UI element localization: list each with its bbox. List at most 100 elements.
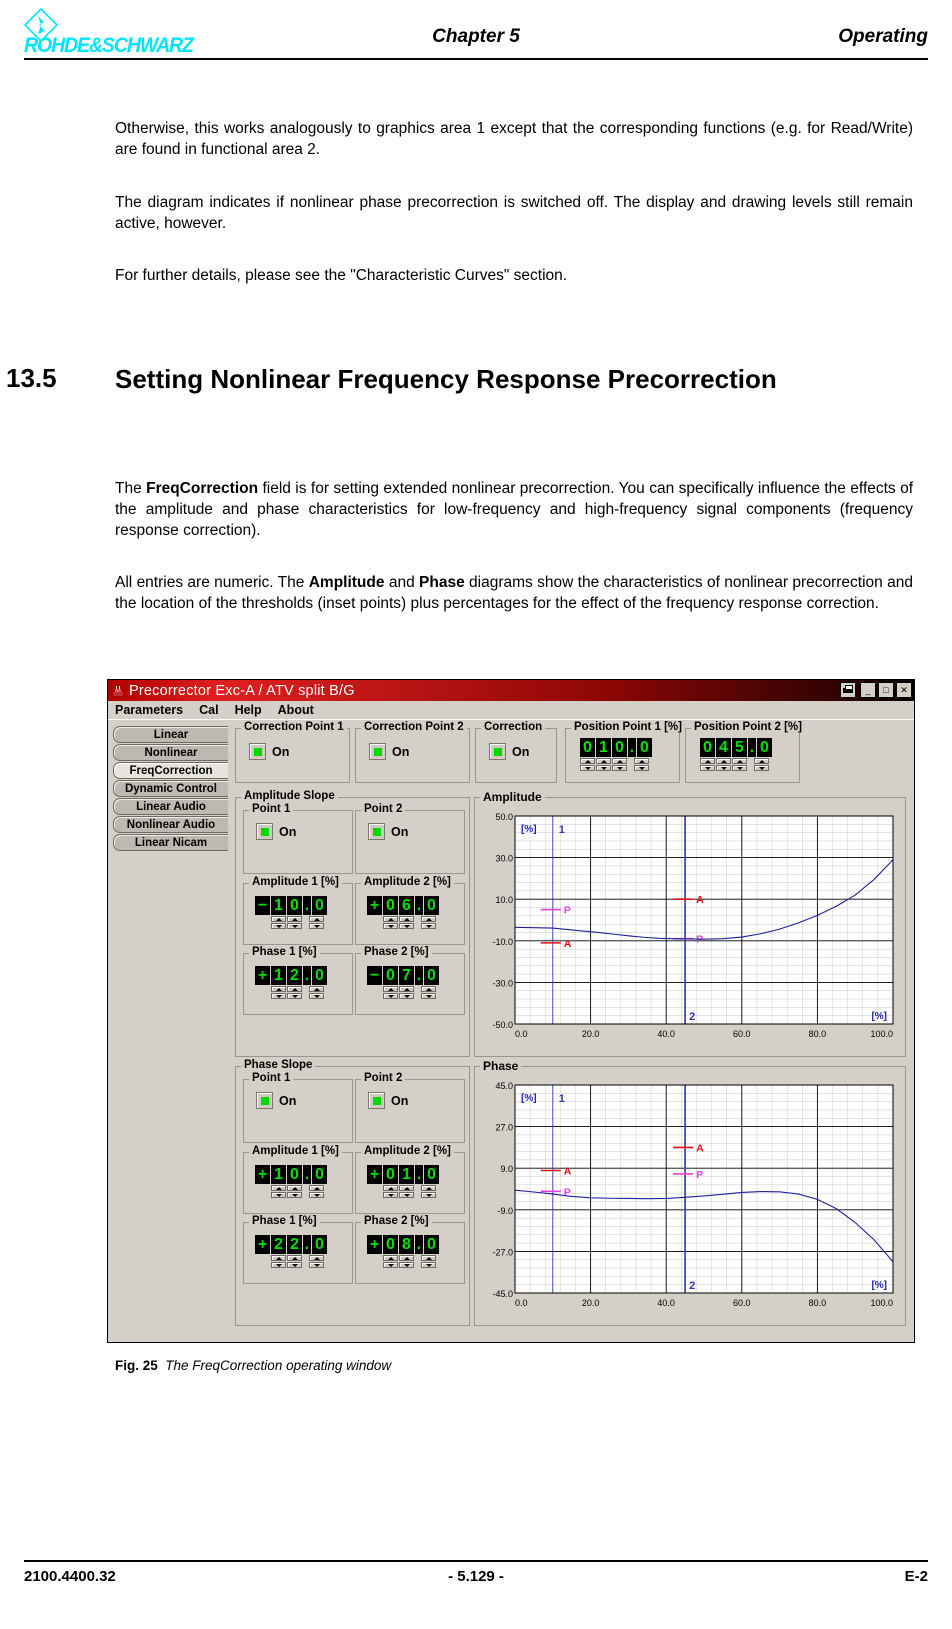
spin-up-button[interactable] [287,1185,302,1191]
spin-down-button[interactable] [399,993,414,999]
spin-up-button[interactable] [421,986,436,992]
menu-parameters[interactable]: Parameters [115,703,183,717]
minimize-button[interactable]: _ [860,682,876,698]
menu-help[interactable]: Help [235,703,262,717]
spin-up-button[interactable] [383,1255,398,1261]
spinner-row [271,1185,327,1199]
spin-up-button[interactable] [421,1185,436,1191]
position-point-2-field[interactable]: 0 4 5 . 0 [700,738,772,772]
maximize-button[interactable]: □ [878,682,894,698]
spin-down-button[interactable] [399,1262,414,1268]
spin-down-button[interactable] [634,765,649,771]
amplitude-point-2-toggle[interactable]: On [368,823,408,840]
spin-up-button[interactable] [287,916,302,922]
spin-up-button[interactable] [383,1185,398,1191]
correction-point-2-toggle[interactable]: On [369,743,409,760]
spin-up-button[interactable] [309,986,324,992]
menu-about[interactable]: About [278,703,314,717]
amplitude-2-field[interactable]: + 0 6 . 0 [367,896,439,930]
amplitude-1-field[interactable]: + 1 0 . 0 [255,1165,327,1199]
amplitude-2-field[interactable]: + 0 1 . 0 [367,1165,439,1199]
spin-down-button[interactable] [421,993,436,999]
spin-down-button[interactable] [732,765,747,771]
spin-up-button[interactable] [271,1185,286,1191]
spin-up-button[interactable] [383,916,398,922]
spin-down-button[interactable] [716,765,731,771]
spin-down-button[interactable] [421,1192,436,1198]
phase-point-1-toggle[interactable]: On [256,1092,296,1109]
spin-down-button[interactable] [271,923,286,929]
spin-down-button[interactable] [421,1262,436,1268]
spin-up-button[interactable] [754,758,769,764]
spin-up-button[interactable] [271,916,286,922]
spin-up-button[interactable] [287,1255,302,1261]
spin-down-button[interactable] [287,923,302,929]
spin-up-button[interactable] [271,1255,286,1261]
phase-point-2-toggle[interactable]: On [368,1092,408,1109]
spin-up-button[interactable] [421,1255,436,1261]
spin-down-button[interactable] [399,1192,414,1198]
spin-down-button[interactable] [309,1262,324,1268]
spin-up-button[interactable] [732,758,747,764]
spin-up-button[interactable] [399,1185,414,1191]
spin-down-button[interactable] [287,1192,302,1198]
spin-down-button[interactable] [612,765,627,771]
position-point-1-field[interactable]: 0 1 0 . 0 [580,738,652,772]
spin-up-button[interactable] [596,758,611,764]
sidebar-item-nonlinear[interactable]: Nonlinear [113,744,228,761]
correction-point-1-toggle[interactable]: On [249,743,289,760]
spin-up-button[interactable] [700,758,715,764]
sidebar-item-linear[interactable]: Linear [113,726,228,743]
correction-toggle[interactable]: On [489,743,529,760]
print-icon[interactable] [840,682,856,698]
spin-down-button[interactable] [271,1192,286,1198]
spin-down-button[interactable] [309,1192,324,1198]
group-legend: Point 2 [361,1072,406,1084]
spin-down-button[interactable] [700,765,715,771]
spin-down-button[interactable] [309,993,324,999]
close-button[interactable]: ✕ [896,682,912,698]
spin-up-button[interactable] [309,1255,324,1261]
phase-1-field[interactable]: + 2 2 . 0 [255,1235,327,1269]
spin-down-button[interactable] [383,923,398,929]
spin-down-button[interactable] [287,1262,302,1268]
menu-cal[interactable]: Cal [199,703,218,717]
spin-up-button[interactable] [580,758,595,764]
spin-up-button[interactable] [271,986,286,992]
spin-down-button[interactable] [287,993,302,999]
spin-down-button[interactable] [383,1262,398,1268]
sidebar-item-linear-audio[interactable]: Linear Audio [113,798,228,815]
spin-up-button[interactable] [634,758,649,764]
sidebar-item-nonlinear-audio[interactable]: Nonlinear Audio [113,816,228,833]
window-titlebar[interactable]: Precorrector Exc-A / ATV split B/G _ □ ✕ [108,680,914,701]
sidebar-item-dynamic-control[interactable]: Dynamic Control [113,780,228,797]
spin-down-button[interactable] [309,923,324,929]
phase-2-field[interactable]: + 0 8 . 0 [367,1235,439,1269]
spin-up-button[interactable] [309,1185,324,1191]
spin-up-button[interactable] [612,758,627,764]
spin-up-button[interactable] [399,1255,414,1261]
spin-up-button[interactable] [399,986,414,992]
spin-down-button[interactable] [271,1262,286,1268]
spin-down-button[interactable] [580,765,595,771]
spin-down-button[interactable] [421,923,436,929]
spin-up-button[interactable] [421,916,436,922]
spin-up-button[interactable] [383,986,398,992]
spin-down-button[interactable] [754,765,769,771]
svg-text:9.0: 9.0 [500,1164,513,1174]
spin-up-button[interactable] [287,986,302,992]
phase-2-field[interactable]: − 0 7 . 0 [367,966,439,1000]
spin-down-button[interactable] [399,923,414,929]
amplitude-1-field[interactable]: − 1 0 . 0 [255,896,327,930]
spin-down-button[interactable] [383,993,398,999]
sidebar-item-freqcorrection[interactable]: FreqCorrection [113,762,228,779]
spin-down-button[interactable] [383,1192,398,1198]
spin-down-button[interactable] [271,993,286,999]
sidebar-item-linear-nicam[interactable]: Linear Nicam [113,834,228,851]
phase-1-field[interactable]: + 1 2 . 0 [255,966,327,1000]
spin-up-button[interactable] [309,916,324,922]
amplitude-point-1-toggle[interactable]: On [256,823,296,840]
spin-up-button[interactable] [716,758,731,764]
spin-down-button[interactable] [596,765,611,771]
spin-up-button[interactable] [399,916,414,922]
